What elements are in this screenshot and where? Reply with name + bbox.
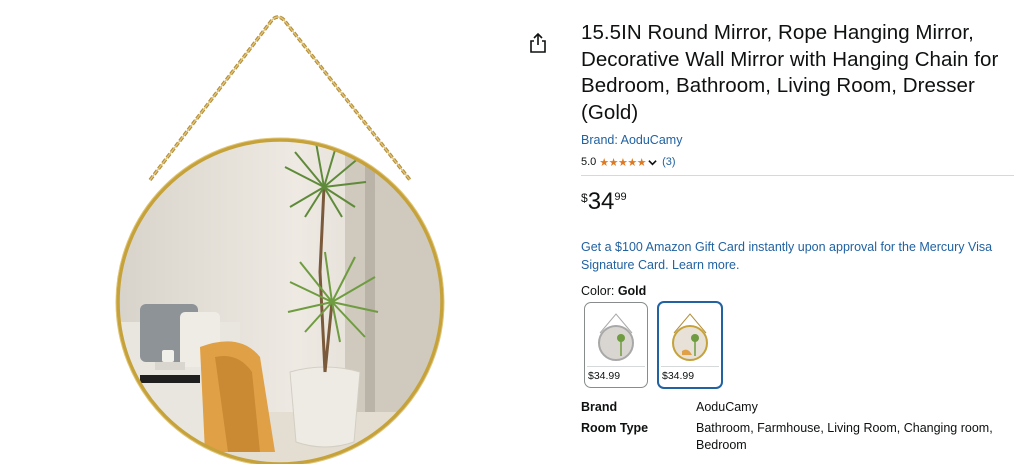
star-rating-icon[interactable]: ★★★★★	[599, 156, 646, 169]
spec-value: Bathroom, Farmhouse, Living Room, Changi…	[696, 421, 993, 452]
rating-row: 5.0 ★★★★★ (3)	[581, 155, 1017, 169]
product-specs: Brand AoduCamy Room Type Bathroom, Farmh…	[581, 399, 1017, 454]
color-label: Color:	[581, 284, 618, 298]
rating-value: 5.0	[581, 156, 597, 168]
color-value: Gold	[617, 284, 647, 298]
share-button[interactable]	[528, 32, 548, 54]
price: $ 34 99	[581, 188, 1017, 218]
swatch-silver[interactable]: $34.99	[584, 302, 648, 388]
silver-mirror-thumbnail	[598, 313, 634, 361]
swatch-gold[interactable]: $34.99	[657, 301, 723, 389]
spec-value: AoduCamy	[696, 400, 758, 414]
spec-key: Room Type	[581, 421, 649, 435]
price-whole: 34	[587, 188, 615, 215]
price-fraction: 99	[614, 191, 627, 203]
swatch-price: $34.99	[587, 366, 645, 385]
color-selector-label: Color: Gold	[581, 284, 1017, 298]
chevron-down-icon[interactable]	[648, 158, 657, 167]
price-symbol: $	[581, 191, 588, 205]
color-swatches: $34.99 $34.99	[584, 301, 1017, 389]
review-count-link[interactable]: (3)	[662, 156, 675, 168]
spec-row-room-type: Room Type Bathroom, Farmhouse, Living Ro…	[581, 420, 1017, 454]
gold-mirror-thumbnail	[672, 313, 708, 361]
share-icon	[530, 32, 546, 53]
spec-key: Brand	[581, 400, 618, 414]
divider	[581, 175, 1014, 176]
product-title: 15.5IN Round Mirror, Rope Hanging Mirror…	[581, 21, 999, 124]
swatch-price: $34.99	[661, 366, 719, 385]
product-image[interactable]	[110, 12, 450, 464]
brand-link[interactable]: Brand: AoduCamy	[581, 133, 682, 147]
product-info: 15.5IN Round Mirror, Rope Hanging Mirror…	[581, 20, 1017, 458]
credit-card-promo-link[interactable]: Get a $100 Amazon Gift Card instantly up…	[581, 238, 1017, 274]
spec-row-brand: Brand AoduCamy	[581, 399, 1017, 416]
